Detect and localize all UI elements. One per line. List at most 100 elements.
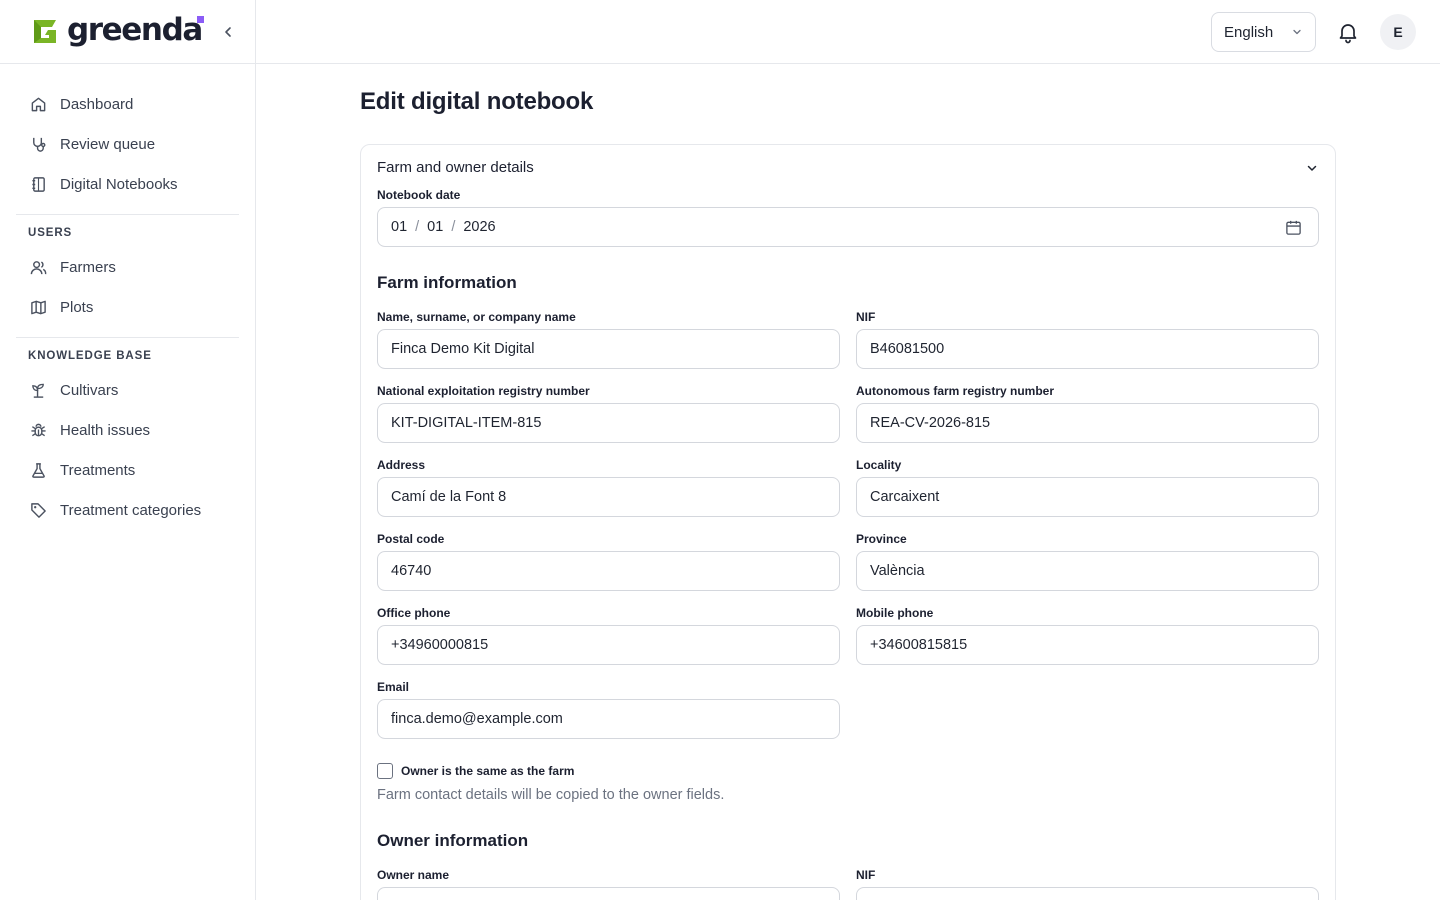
date-separator: / [451, 219, 456, 235]
topbar: English E [256, 0, 1440, 64]
sidebar-item-dashboard[interactable]: Dashboard [16, 84, 239, 124]
owner-same-checkbox[interactable] [377, 763, 393, 779]
address-input-value: Camí de la Font 8 [391, 489, 507, 505]
owner-information-title: Owner information [377, 831, 529, 850]
date-month[interactable]: 01 [427, 219, 443, 235]
sidebar-item-label: Dashboard [60, 95, 134, 113]
address-label: Address [377, 458, 426, 472]
brand-name: greenda [67, 11, 203, 48]
date-day[interactable]: 01 [391, 219, 407, 235]
autonomous-registry-input[interactable]: REA-CV-2026-815 [856, 403, 1319, 443]
name-input-value: Finca Demo Kit Digital [391, 341, 535, 357]
autonomous-registry-label: Autonomous farm registry number [856, 384, 1055, 398]
office-phone-input[interactable]: +34960000815 [377, 625, 840, 665]
province-input[interactable]: València [856, 551, 1319, 591]
brand-dot [197, 16, 204, 23]
sidebar-nav: Dashboard Review queue Digital Notebooks… [0, 64, 255, 530]
map-icon [28, 297, 48, 317]
name-label: Name, surname, or company name [377, 310, 576, 324]
mobile-phone-label: Mobile phone [856, 606, 934, 620]
postal-code-input-value: 46740 [391, 563, 432, 579]
locality-input-value: Carcaixent [870, 489, 940, 505]
owner-same-label[interactable]: Owner is the same as the farm [401, 764, 574, 778]
calendar-icon[interactable] [1285, 219, 1302, 236]
sidebar-section-users: USERS [28, 227, 73, 239]
notebook-icon [28, 174, 48, 194]
notifications-bell-icon[interactable] [1336, 20, 1360, 44]
owner-same-helper-text: Farm contact details will be copied to t… [377, 787, 725, 803]
collapse-sidebar-button[interactable] [218, 22, 238, 42]
national-registry-label: National exploitation registry number [377, 384, 590, 398]
sidebar-item-label: Review queue [60, 135, 156, 153]
language-select[interactable]: English [1211, 12, 1316, 52]
chevron-down-icon [1293, 29, 1301, 35]
accordion-title[interactable]: Farm and owner details [377, 159, 534, 176]
mobile-phone-input-value: +34600815815 [870, 637, 968, 653]
owner-name-label: Owner name [377, 868, 450, 882]
chevron-left-icon [225, 27, 231, 37]
sidebar-item-label: Plots [60, 298, 94, 316]
province-label: Province [856, 532, 907, 546]
office-phone-label: Office phone [377, 606, 451, 620]
avatar-initial: E [1393, 24, 1403, 40]
date-year[interactable]: 2026 [463, 219, 495, 235]
owner-name-input[interactable] [377, 887, 840, 900]
language-select-value: English [1224, 23, 1274, 41]
user-avatar[interactable]: E [1380, 14, 1416, 50]
bug-icon [28, 420, 48, 440]
locality-label: Locality [856, 458, 902, 472]
address-input[interactable]: Camí de la Font 8 [377, 477, 840, 517]
mobile-phone-input[interactable]: +34600815815 [856, 625, 1319, 665]
page-title: Edit digital notebook [360, 88, 594, 115]
office-phone-input-value: +34960000815 [391, 637, 489, 653]
sidebar-item-label: Farmers [60, 258, 116, 276]
sidebar-item-treatments[interactable]: Treatments [16, 450, 239, 490]
sidebar-item-treatment-categories[interactable]: Treatment categories [16, 490, 239, 530]
locality-input[interactable]: Carcaixent [856, 477, 1319, 517]
sidebar-item-label: Health issues [60, 421, 151, 439]
notebook-date-label: Notebook date [377, 188, 461, 202]
farm-owner-details-card: Farm and owner details Notebook date 01 … [360, 144, 1336, 900]
farm-information-title: Farm information [377, 273, 517, 292]
nif-input[interactable]: B46081500 [856, 329, 1319, 369]
name-input[interactable]: Finca Demo Kit Digital [377, 329, 840, 369]
postal-code-input[interactable]: 46740 [377, 551, 840, 591]
national-registry-input[interactable]: KIT-DIGITAL-ITEM-815 [377, 403, 840, 443]
sidebar-item-label: Digital Notebooks [60, 175, 178, 193]
notebook-date-input[interactable]: 01 / 01 / 2026 [377, 207, 1319, 247]
owner-nif-input[interactable] [856, 887, 1319, 900]
email-label: Email [377, 680, 410, 694]
email-input-value: finca.demo@example.com [391, 711, 563, 727]
province-input-value: València [870, 563, 925, 579]
sidebar-item-digital-notebooks[interactable]: Digital Notebooks [16, 164, 239, 204]
sidebar-item-health-issues[interactable]: Health issues [16, 410, 239, 450]
flask-icon [28, 460, 48, 480]
nif-input-value: B46081500 [870, 341, 945, 357]
owner-nif-label: NIF [856, 868, 876, 882]
sidebar-section-knowledge-base: KNOWLEDGE BASE [28, 350, 152, 362]
sidebar-item-plots[interactable]: Plots [16, 287, 239, 327]
autonomous-registry-input-value: REA-CV-2026-815 [870, 415, 991, 431]
date-separator: / [415, 219, 420, 235]
greenda-logo-icon [34, 19, 56, 43]
sidebar-item-label: Treatments [60, 461, 136, 479]
sprout-icon [28, 380, 48, 400]
tag-icon [28, 500, 48, 520]
national-registry-input-value: KIT-DIGITAL-ITEM-815 [391, 415, 542, 431]
sidebar-item-farmers[interactable]: Farmers [16, 247, 239, 287]
sidebar-item-label: Treatment categories [60, 501, 202, 519]
sidebar-divider [16, 337, 239, 338]
sidebar-item-review-queue[interactable]: Review queue [16, 124, 239, 164]
email-input[interactable]: finca.demo@example.com [377, 699, 840, 739]
chevron-down-icon[interactable] [1305, 161, 1319, 175]
sidebar-divider [16, 214, 239, 215]
brand: greenda [0, 0, 255, 64]
sidebar-item-cultivars[interactable]: Cultivars [16, 370, 239, 410]
sidebar-item-label: Cultivars [60, 381, 119, 399]
stethoscope-icon [28, 134, 48, 154]
users-icon [28, 257, 48, 277]
sidebar: greenda Dashboard Review queue Digital N… [0, 0, 256, 900]
home-icon [28, 94, 48, 114]
nif-label: NIF [856, 310, 876, 324]
postal-code-label: Postal code [377, 532, 445, 546]
